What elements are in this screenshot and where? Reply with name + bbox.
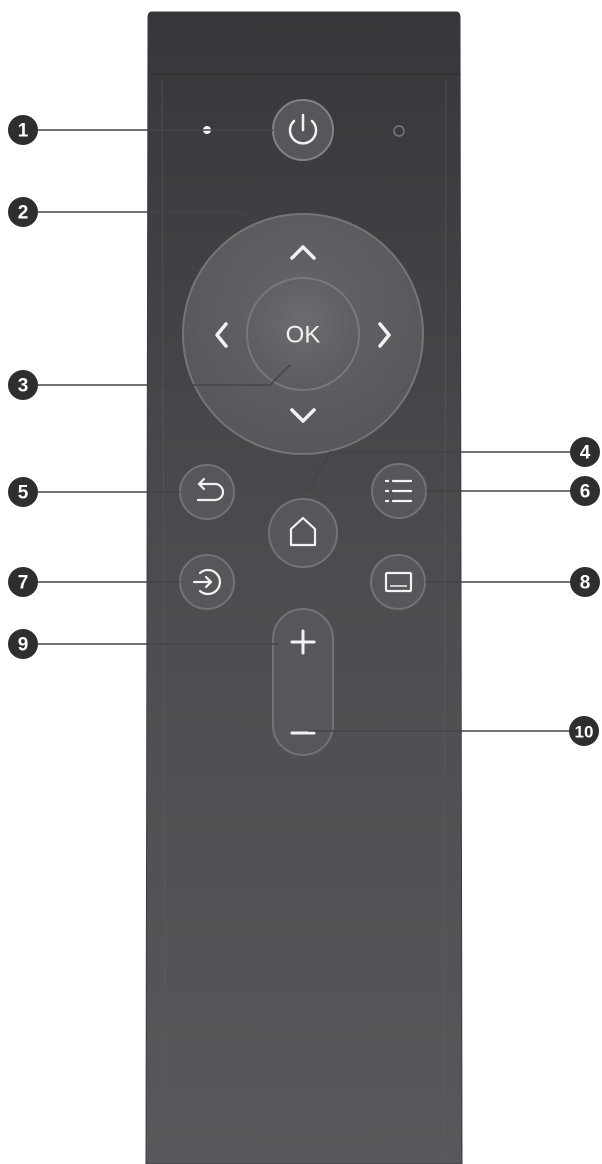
ok-button[interactable]: OK — [246, 277, 360, 391]
menu-button[interactable] — [371, 463, 427, 519]
callout-7-number: 7 — [18, 573, 29, 594]
callout-6: 6 — [570, 476, 600, 506]
callout-1: 1 — [8, 115, 38, 145]
remote-control-diagram: OK 1 2 3 4 5 6 7 8 9 10 — [8, 11, 600, 1164]
callout-9-number: 9 — [18, 635, 29, 656]
callout-5: 5 — [8, 477, 38, 507]
callout-8-number: 8 — [580, 573, 591, 594]
callout-5-number: 5 — [18, 483, 29, 504]
callout-2: 2 — [8, 197, 38, 227]
callout-6-number: 6 — [580, 482, 591, 503]
input-source-button[interactable] — [179, 554, 235, 610]
callout-10-number: 10 — [575, 723, 594, 742]
home-button[interactable] — [268, 498, 338, 568]
back-button[interactable] — [179, 464, 235, 520]
callout-4: 4 — [570, 437, 600, 467]
callout-3: 3 — [8, 370, 38, 400]
callout-3-number: 3 — [18, 376, 29, 397]
callout-8: 8 — [570, 567, 600, 597]
callout-10: 10 — [569, 716, 599, 746]
ok-label: OK — [286, 322, 321, 349]
power-button[interactable] — [272, 99, 334, 161]
callout-9: 9 — [8, 629, 38, 659]
subtitle-button[interactable] — [370, 554, 426, 610]
callout-1-number: 1 — [18, 121, 29, 142]
callout-4-number: 4 — [580, 443, 591, 464]
callout-7: 7 — [8, 567, 38, 597]
callout-2-number: 2 — [18, 203, 29, 224]
